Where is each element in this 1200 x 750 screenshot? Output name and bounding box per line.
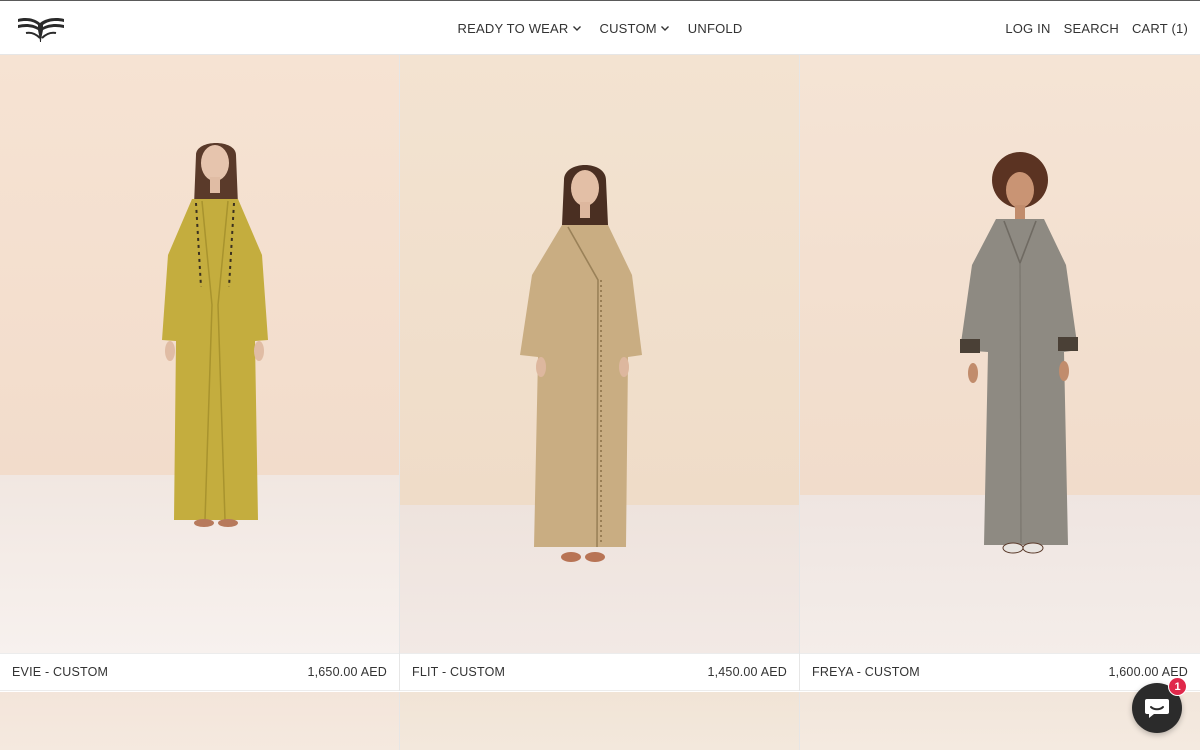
product-image-peek[interactable] — [400, 692, 800, 750]
product-card[interactable]: FLIT - CUSTOM 1,450.00 AED — [400, 55, 800, 691]
nav-label: UNFOLD — [687, 20, 743, 36]
login-link[interactable]: LOG IN — [1005, 21, 1050, 36]
product-price: 1,450.00 AED — [707, 665, 787, 679]
product-image[interactable] — [0, 55, 399, 653]
chat-bubble-icon — [1145, 699, 1169, 718]
product-caption: FLIT - CUSTOM 1,450.00 AED — [400, 653, 799, 691]
chevron-down-icon — [660, 26, 669, 31]
chevron-down-icon — [572, 26, 581, 31]
product-caption: FREYA - CUSTOM 1,600.00 AED — [800, 653, 1200, 691]
product-name[interactable]: EVIE - CUSTOM — [12, 665, 108, 679]
nav-label: READY TO WEAR — [457, 20, 569, 36]
product-name[interactable]: FLIT - CUSTOM — [412, 665, 505, 679]
utility-links: LOG IN SEARCH CART (1) — [1005, 1, 1188, 55]
brand-logo-icon[interactable] — [16, 15, 66, 43]
product-image[interactable] — [800, 55, 1200, 653]
nav-label: CUSTOM — [599, 20, 657, 36]
nav-custom[interactable]: CUSTOM — [600, 21, 670, 36]
site-header: READY TO WEAR CUSTOM UNFOLD LOG IN SEARC… — [0, 0, 1200, 55]
product-card[interactable]: FREYA - CUSTOM 1,600.00 AED — [800, 55, 1200, 691]
model-figure — [162, 143, 268, 527]
product-name[interactable]: FREYA - CUSTOM — [812, 665, 920, 679]
product-image[interactable] — [400, 55, 799, 653]
nav-unfold[interactable]: UNFOLD — [688, 21, 743, 36]
cart-link[interactable]: CART (1) — [1132, 21, 1188, 36]
product-grid: EVIE - CUSTOM 1,650.00 AED FLIT - CUSTOM… — [0, 55, 1200, 691]
model-figure — [960, 152, 1078, 554]
product-card[interactable]: EVIE - CUSTOM 1,650.00 AED — [0, 55, 400, 691]
product-row-next — [0, 692, 1200, 750]
product-caption: EVIE - CUSTOM 1,650.00 AED — [0, 653, 399, 691]
model-figure — [520, 165, 642, 562]
chat-badge: 1 — [1168, 677, 1187, 696]
product-price: 1,650.00 AED — [307, 665, 387, 679]
search-link[interactable]: SEARCH — [1064, 21, 1119, 36]
nav-ready-to-wear[interactable]: READY TO WEAR — [458, 21, 582, 36]
product-image-peek[interactable] — [0, 692, 400, 750]
